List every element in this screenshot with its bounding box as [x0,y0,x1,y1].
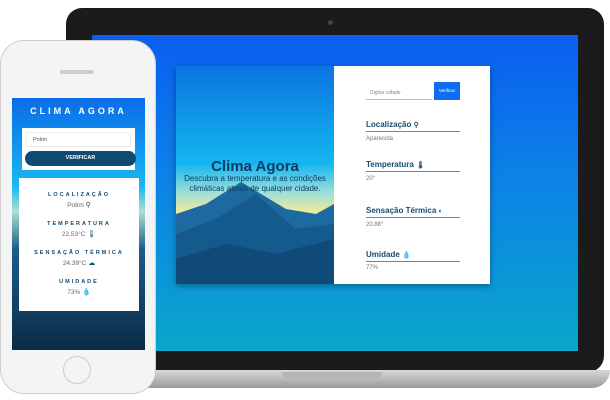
droplet-icon: 💧 [82,289,91,296]
mobile-temperature-value: 22.53°C 🌡 [61,231,97,238]
temperature-label: Temperatura 🌡 [366,160,460,172]
feels-like-value: 20.88° [366,222,384,228]
mobile-title: CLIMA AGORA [30,106,127,116]
mobile-search-box: Potim VERIFICAR [22,128,136,170]
mobile-city-input[interactable]: Potim [26,132,131,147]
location-value: Aparecida [366,136,394,142]
thermometer-icon: 🌡 [87,231,97,238]
thermometer-icon: 🌡 [416,162,425,169]
mobile-humidity-label: UMIDADE [59,279,99,285]
phone-screen: CLIMA AGORA Potim VERIFICAR LOCALIZAÇÃO … [12,98,145,350]
mobile-temperature-label: TEMPERATURA [47,221,111,227]
phone-speaker [60,70,94,74]
droplet-icon: 💧 [402,252,411,259]
hero-panel: Clima Agora Descubra a temperatura e as … [176,66,334,284]
hero-subtitle: Descubra a temperatura e as condições cl… [184,174,326,193]
mobile-feels-like-value: 24.39°C ☁ [62,260,96,267]
sun-icon: ◐ [438,208,443,215]
mobile-feels-like-label: SENSAÇÃO TÉRMICA [34,250,124,256]
city-input[interactable]: Digitar cidade [366,84,432,100]
laptop-notch [282,372,382,378]
map-pin-icon: ⚲ [413,122,419,129]
home-button[interactable] [63,356,91,384]
location-label: Localização ⚲ [366,120,460,132]
feels-like-label: Sensação Térmica ◐ [366,206,460,218]
cloud-icon: ☁ [88,260,96,267]
weather-app-card: Clima Agora Descubra a temperatura e as … [176,66,490,284]
mobile-location-label: LOCALIZAÇÃO [47,192,111,198]
temperature-value: 20° [366,176,376,182]
mobile-verify-button[interactable]: VERIFICAR [25,151,136,166]
mobile-humidity-value: 73% 💧 [67,289,91,296]
mobile-location-value: Potim ⚲ [67,202,91,209]
hero-title: Clima Agora [211,158,299,175]
map-pin-icon: ⚲ [85,202,91,209]
info-panel: Digitar cidade Verificar Localização ⚲ A… [334,66,490,284]
humidity-value: 77% [366,265,379,271]
verify-button[interactable]: Verificar [434,82,460,100]
webcam [328,20,333,25]
humidity-label: Umidade 💧 [366,250,460,262]
mobile-results-card: LOCALIZAÇÃO Potim ⚲ TEMPERATURA 22.53°C … [19,178,139,311]
